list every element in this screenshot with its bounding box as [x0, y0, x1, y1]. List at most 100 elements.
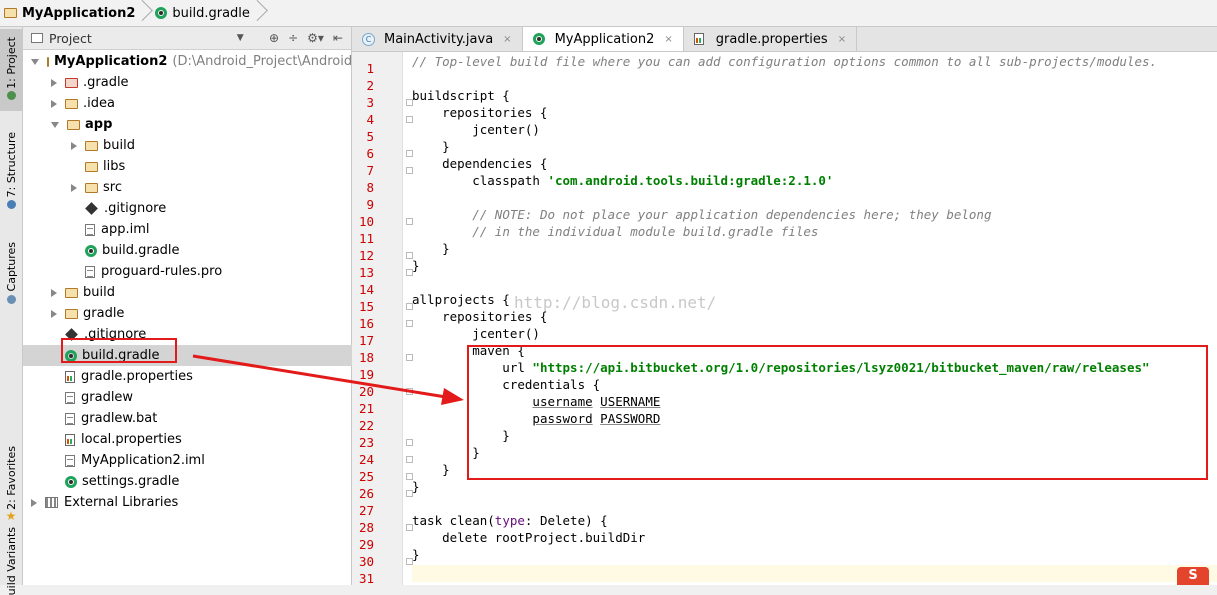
gear-icon[interactable]: ⚙▾	[307, 31, 324, 45]
code-line: }	[412, 461, 450, 478]
library-icon	[45, 497, 58, 508]
breadcrumb-file[interactable]: build.gradle	[151, 0, 254, 26]
module-folder-icon	[47, 56, 49, 67]
chevron-right-icon[interactable]	[51, 288, 57, 297]
code-line: delete rootProject.buildDir	[412, 529, 645, 546]
code-line: }	[412, 257, 420, 274]
tree-item[interactable]: MyApplication2.iml	[23, 450, 379, 471]
code-token: maven {	[412, 343, 525, 358]
line-number: 26	[358, 486, 374, 501]
breadcrumb-project[interactable]: MyApplication2	[0, 0, 139, 26]
tree-item[interactable]: MyApplication2 (D:\Android_Project\Androi…	[23, 51, 380, 72]
tree-item-label: .idea	[83, 96, 115, 111]
tree-item-label: MyApplication2.iml	[81, 453, 205, 468]
editor-tab[interactable]: C MainActivity.java ×	[352, 27, 523, 51]
tool-tab-label: Captures	[4, 242, 18, 292]
tree-item[interactable]: .gradle	[23, 72, 379, 93]
tree-item[interactable]: app.iml	[23, 219, 399, 240]
chevron-right-icon[interactable]	[51, 99, 57, 108]
tree-item[interactable]: build	[23, 282, 379, 303]
tool-tab-label: 1: Project	[4, 36, 18, 89]
chevron-right-icon[interactable]	[71, 141, 77, 150]
code-token: }	[412, 445, 480, 460]
properties-icon	[65, 433, 75, 446]
chevron-down-icon[interactable]	[31, 59, 39, 65]
code-line: // NOTE: Do not place your application d…	[412, 206, 991, 223]
chevron-right-icon[interactable]	[31, 498, 37, 507]
tree-item[interactable]: gradlew	[23, 387, 379, 408]
code-token: }	[412, 428, 510, 443]
code-line: classpath 'com.android.tools.build:gradl…	[412, 172, 833, 189]
line-number: 10	[358, 214, 374, 229]
tree-item[interactable]: gradle	[23, 303, 379, 324]
line-number: 22	[358, 418, 374, 433]
tree-item[interactable]: gradlew.bat	[23, 408, 379, 429]
line-number: 16	[358, 316, 374, 331]
code-line: username USERNAME	[412, 393, 660, 410]
folder-icon	[65, 77, 78, 88]
tree-item[interactable]: gradle.properties	[23, 366, 379, 387]
file-icon	[65, 454, 75, 467]
breadcrumb: MyApplication2 build.gradle	[0, 0, 1217, 27]
editor-tab-label: MyApplication2	[554, 31, 655, 47]
tree-item-label: build.gradle	[102, 243, 180, 258]
code-line: jcenter()	[412, 325, 540, 342]
code-token: USERNAME	[600, 394, 661, 409]
code-token: : Delete) {	[524, 513, 608, 528]
tree-item[interactable]: External Libraries	[23, 492, 359, 513]
tree-item[interactable]: local.properties	[23, 429, 379, 450]
gradle-icon	[65, 475, 77, 488]
chevron-down-icon[interactable]: ▼	[237, 33, 244, 43]
hide-icon[interactable]: ⇤	[333, 31, 343, 45]
code-token: password	[532, 411, 593, 426]
editor-tab[interactable]: gradle.properties ×	[684, 27, 858, 51]
collapse-icon[interactable]: ÷	[288, 31, 298, 45]
chevron-right-icon[interactable]	[51, 309, 57, 318]
tree-item[interactable]: proguard-rules.pro	[23, 261, 399, 282]
close-icon[interactable]: ×	[503, 34, 511, 45]
tree-item[interactable]: build	[23, 135, 399, 156]
close-icon[interactable]: ×	[664, 34, 672, 45]
folder-icon	[65, 98, 78, 109]
file-icon	[65, 391, 75, 404]
tree-item[interactable]: .gitignore	[23, 198, 399, 219]
editor: C MainActivity.java × MyApplication2 × gradle…	[352, 27, 1217, 586]
code-line: credentials {	[412, 376, 600, 393]
tree-item[interactable]: settings.gradle	[23, 471, 379, 492]
tool-tab-structure[interactable]: 7: Structure	[0, 117, 22, 227]
locate-icon[interactable]: ⊕	[269, 31, 279, 45]
tool-tab-build-variants[interactable]: uild Variants	[0, 527, 22, 595]
tree-item[interactable]: src	[23, 177, 399, 198]
tree-item[interactable]: .gitignore	[23, 324, 379, 345]
git-icon	[65, 328, 78, 341]
tree-item-label: .gitignore	[104, 201, 167, 216]
tool-tab-project[interactable]: 1: Project	[0, 29, 22, 111]
code-line: }	[412, 444, 480, 461]
project-view-selector[interactable]: Project	[23, 31, 92, 46]
code-line: dependencies {	[412, 155, 547, 172]
close-icon[interactable]: ×	[838, 34, 846, 45]
editor-tab[interactable]: MyApplication2 ×	[522, 27, 684, 51]
tree-item[interactable]: libs	[23, 156, 399, 177]
line-number: 28	[358, 520, 374, 535]
code-token: dependencies {	[412, 156, 548, 171]
file-icon	[65, 412, 75, 425]
tool-tab-label: 2: Favorites	[4, 445, 18, 510]
breadcrumb-separator	[254, 0, 266, 26]
code-token: buildscript {	[412, 88, 510, 103]
chevron-right-icon[interactable]	[51, 78, 57, 87]
tree-item[interactable]: .idea	[23, 93, 379, 114]
tree-item[interactable]: build.gradle	[23, 240, 399, 261]
tree-item[interactable]: build.gradle	[23, 345, 379, 366]
folder-icon	[4, 8, 17, 18]
tool-tab-favorites[interactable]: 2: Favorites ★	[0, 437, 22, 532]
chevron-right-icon[interactable]	[71, 183, 77, 192]
tree-item[interactable]: app	[23, 114, 379, 135]
chevron-down-icon[interactable]	[51, 122, 59, 128]
tool-tab-captures[interactable]: Captures	[0, 232, 22, 317]
line-number: 11	[358, 231, 374, 246]
line-number: 4	[366, 112, 374, 127]
code-token: }	[412, 241, 450, 256]
